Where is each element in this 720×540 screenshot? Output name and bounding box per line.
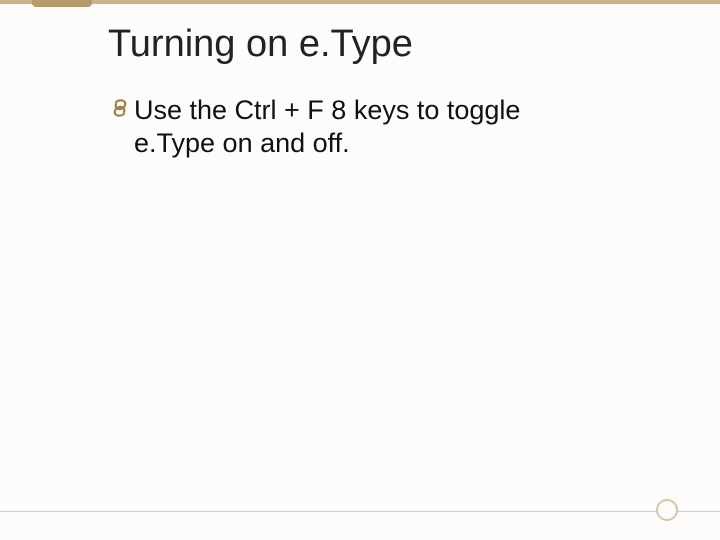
top-accent-bar <box>0 0 720 4</box>
bottom-divider-circle-icon <box>656 499 678 521</box>
bullet-item: Use the Ctrl + F 8 keys to toggle e.Type… <box>108 94 608 160</box>
bullet-swirl-icon <box>108 96 132 126</box>
top-accent-tab <box>32 0 92 7</box>
slide: Turning on e.Type Use the Ctrl + F 8 key… <box>0 0 720 540</box>
bottom-divider <box>0 511 720 512</box>
bullet-text: Use the Ctrl + F 8 keys to toggle e.Type… <box>134 94 608 160</box>
slide-body: Use the Ctrl + F 8 keys to toggle e.Type… <box>108 94 608 160</box>
slide-title: Turning on e.Type <box>108 22 413 66</box>
